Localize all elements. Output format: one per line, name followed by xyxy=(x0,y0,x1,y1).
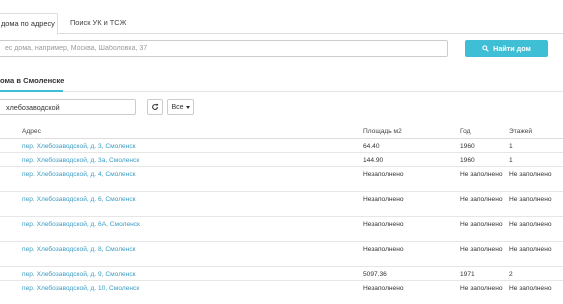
address-cell: пер. Хлебозаводской, д. 10, Смоленск xyxy=(22,280,363,304)
year-cell: 1960 xyxy=(460,138,509,153)
table-header-spacer xyxy=(0,125,22,139)
address-link[interactable]: пер. Хлебозаводской, д. 4, Смоленск xyxy=(22,171,136,178)
table-row: пер. Хлебозаводской, д. 6А, Смоленск Нез… xyxy=(0,216,563,242)
table-row: пер. Хлебозаводской, д. 4, Смоленск Неза… xyxy=(0,166,563,192)
row-spacer xyxy=(0,166,22,192)
table-row: пер. Хлебозаводской, д. 8, Смоленск Неза… xyxy=(0,241,563,267)
address-link[interactable]: пер. Хлебозаводской, д. 8, Смоленск xyxy=(22,246,136,253)
address-link[interactable]: пер. Хлебозаводской, д. 3, Смоленск xyxy=(22,143,136,150)
tab-bar: дома по адресу Поиск УК и ТСЖ xyxy=(0,13,563,35)
area-cell: Незаполнено xyxy=(363,166,460,192)
year-cell: 1971 xyxy=(460,266,509,281)
area-cell: 5097.36 xyxy=(363,266,460,281)
row-spacer xyxy=(0,266,22,281)
address-link[interactable]: пер. Хлебозаводской, д. 9, Смоленск xyxy=(22,271,136,278)
year-cell: Не заполнено xyxy=(460,216,509,242)
find-house-button[interactable]: Найти дом xyxy=(465,40,548,57)
floors-cell: Не заполнено xyxy=(509,241,563,267)
year-cell: Не заполнено xyxy=(460,191,509,217)
filter-dropdown[interactable]: Все xyxy=(167,99,194,115)
address-cell: пер. Хлебозаводской, д. 6, Смоленск xyxy=(22,191,363,217)
refresh-button[interactable] xyxy=(147,99,163,115)
filter-dropdown-label: Все xyxy=(171,103,184,111)
address-cell: пер. Хлебозаводской, д. 4, Смоленск xyxy=(22,166,363,192)
find-house-label: Найти дом xyxy=(493,44,531,53)
address-link[interactable]: пер. Хлебозаводской, д. 6А, Смоленск xyxy=(22,221,140,228)
address-cell: пер. Хлебозаводской, д. 8, Смоленск xyxy=(22,241,363,267)
table-row: пер. Хлебозаводской, д. 10, Смоленск Нез… xyxy=(0,280,563,304)
column-header-address: Адрес xyxy=(22,125,363,139)
year-cell: Не заполнено xyxy=(460,280,509,304)
column-header-year: Год xyxy=(460,125,509,139)
address-cell: пер. Хлебозаводской, д. 3а, Смоленск xyxy=(22,152,363,167)
address-link[interactable]: пер. Хлебозаводской, д. 10, Смоленск xyxy=(22,285,139,292)
section-underline xyxy=(0,90,63,92)
table-row: пер. Хлебозаводской, д. 3, Смоленск 64.4… xyxy=(0,138,563,153)
address-search-input[interactable] xyxy=(0,40,448,57)
year-cell: Не заполнено xyxy=(460,166,509,192)
houses-table: Адрес Площадь м2 Год Этажей пер. Хлебоза… xyxy=(0,125,563,304)
table-row: пер. Хлебозаводской, д. 6, Смоленск Неза… xyxy=(0,191,563,217)
floors-cell: Не заполнено xyxy=(509,216,563,242)
area-cell: 64.40 xyxy=(363,138,460,153)
table-row: пер. Хлебозаводской, д. 3а, Смоленск 144… xyxy=(0,152,563,167)
address-cell: пер. Хлебозаводской, д. 6А, Смоленск xyxy=(22,216,363,242)
address-link[interactable]: пер. Хлебозаводской, д. 3а, Смоленск xyxy=(22,157,139,164)
column-header-floors: Этажей xyxy=(509,125,563,139)
address-link[interactable]: пер. Хлебозаводской, д. 6, Смоленск xyxy=(22,196,136,203)
row-spacer xyxy=(0,280,22,304)
year-cell: 1960 xyxy=(460,152,509,167)
area-cell: Незаполнено xyxy=(363,280,460,304)
floors-cell: Не заполнено xyxy=(509,191,563,217)
floors-cell: 1 xyxy=(509,138,563,153)
table-row: пер. Хлебозаводской, д. 9, Смоленск 5097… xyxy=(0,266,563,281)
section-divider xyxy=(0,91,563,92)
floors-cell: 1 xyxy=(509,152,563,167)
row-spacer xyxy=(0,241,22,267)
section-title: ома в Смоленске xyxy=(0,76,65,85)
caret-down-icon xyxy=(185,105,190,109)
search-icon xyxy=(482,45,489,52)
tab-houses-by-address[interactable]: дома по адресу xyxy=(0,13,58,35)
floors-cell: 2 xyxy=(509,266,563,281)
table-header-row: Адрес Площадь м2 Год Этажей xyxy=(0,125,563,139)
floors-cell: Не заполнено xyxy=(509,280,563,304)
row-spacer xyxy=(0,216,22,242)
row-spacer xyxy=(0,138,22,153)
row-spacer xyxy=(0,152,22,167)
year-cell: Не заполнено xyxy=(460,241,509,267)
area-cell: 144.90 xyxy=(363,152,460,167)
row-spacer xyxy=(0,191,22,217)
refresh-icon xyxy=(152,103,159,110)
area-cell: Незаполнено xyxy=(363,216,460,242)
street-filter-input[interactable] xyxy=(0,99,136,115)
area-cell: Незаполнено xyxy=(363,241,460,267)
tab-search-uk-tszh[interactable]: Поиск УК и ТСЖ xyxy=(62,13,134,34)
floors-cell: Не заполнено xyxy=(509,166,563,192)
column-header-area: Площадь м2 xyxy=(363,125,460,139)
address-cell: пер. Хлебозаводской, д. 3, Смоленск xyxy=(22,138,363,153)
area-cell: Незаполнено xyxy=(363,191,460,217)
address-cell: пер. Хлебозаводской, д. 9, Смоленск xyxy=(22,266,363,281)
